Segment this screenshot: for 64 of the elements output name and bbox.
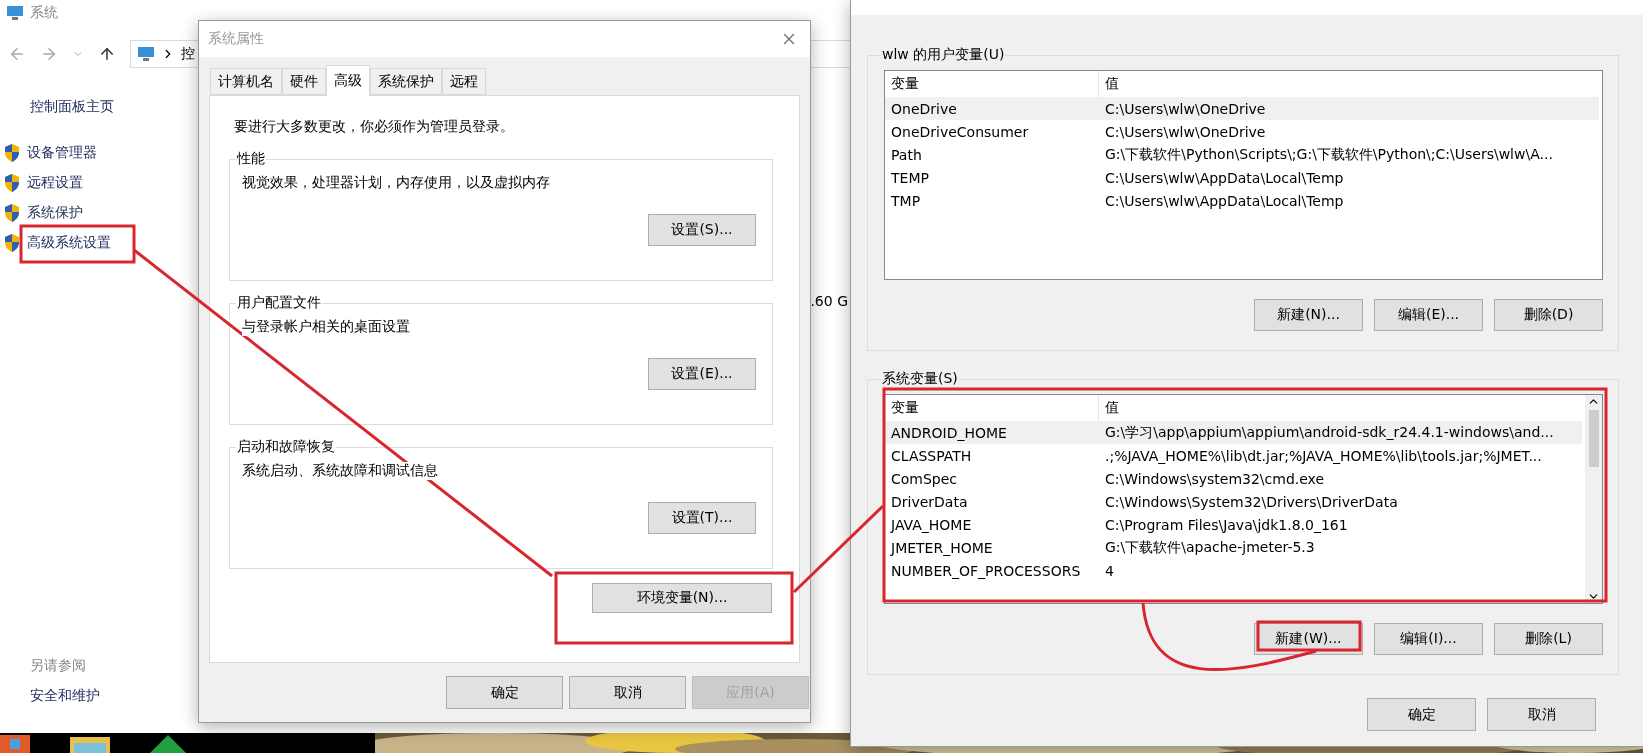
group-title: 用户配置文件 [236, 294, 322, 312]
dialog-button[interactable]: 确定 [446, 676, 563, 709]
see-also-heading: 另请参阅 [29, 657, 87, 675]
variable-row[interactable]: DriverData C:\Windows\System32\Drivers\DriverData [885, 490, 1582, 513]
dialog-button[interactable]: 取消 [1487, 698, 1596, 731]
scrollbar[interactable] [1585, 395, 1602, 603]
tab[interactable]: 高级 [326, 65, 370, 96]
dialog-button[interactable]: 确定 [1367, 698, 1476, 731]
variable-button[interactable]: 编辑(I)... [1374, 623, 1483, 655]
tab[interactable]: 系统保护 [370, 68, 442, 95]
column-header[interactable]: 值 [1099, 395, 1585, 421]
see-also-link[interactable]: 安全和维护 [0, 687, 200, 705]
task-link[interactable]: 高级系统设置 [27, 234, 111, 252]
variable-button[interactable]: 新建(N)... [1254, 299, 1363, 331]
admin-note: 要进行大多数更改，你必须作为管理员登录。 [233, 118, 515, 136]
shield-icon [3, 173, 21, 193]
variable-row[interactable]: CLASSPATH .;%JAVA_HOME%\lib\dt.jar;%JAVA_HOME%\lib\tools.jar;%JMET... [885, 444, 1582, 467]
window-title: 系统 [30, 4, 58, 22]
tab[interactable]: 计算机名 [210, 68, 282, 95]
scrollbar-thumb[interactable] [1588, 410, 1599, 467]
variable-button[interactable]: 编辑(E)... [1374, 299, 1483, 331]
variable-row[interactable]: Path G:\下载软件\Python\Scripts\;G:\下载软件\Python\;C:\Users\wlw\A... [885, 143, 1599, 166]
settings-button[interactable]: 设置(E)... [648, 358, 756, 390]
group-title: wlw 的用户变量(U) [881, 46, 1006, 64]
spec-text: .60 G [810, 293, 848, 311]
tab[interactable]: 远程 [442, 68, 486, 95]
environment-variables-button[interactable]: 环境变量(N)... [592, 583, 772, 613]
variables-list[interactable] [884, 70, 1603, 280]
variable-row[interactable]: OneDrive C:\Users\wlw\OneDrive [885, 97, 1599, 120]
variable-row[interactable]: ComSpec C:\Windows\system32\cmd.exe [885, 467, 1582, 490]
variable-button[interactable]: 删除(D) [1494, 299, 1603, 331]
computer-icon [137, 46, 155, 62]
dialog-title: 系统属性 [208, 30, 264, 48]
home-link[interactable]: 控制面板主页 [0, 98, 200, 116]
group-title: 性能 [236, 150, 266, 168]
variable-row[interactable]: ANDROID_HOME G:\学习\app\appium\appium\android-sdk_r24.4.1-windows\and... [885, 421, 1582, 444]
variable-row[interactable]: JMETER_HOME G:\下载软件\apache-jmeter-5.3 [885, 536, 1582, 559]
up-icon[interactable] [98, 45, 116, 63]
computer-icon [6, 5, 24, 21]
shield-icon [3, 143, 21, 163]
group-description: 视觉效果，处理器计划，内存使用，以及虚拟内存 [242, 174, 550, 192]
forward-icon[interactable] [40, 45, 58, 63]
variable-row[interactable]: NUMBER_OF_PROCESSORS 4 [885, 559, 1582, 582]
settings-button[interactable]: 设置(S)... [648, 214, 756, 246]
settings-button[interactable]: 设置(T)... [648, 502, 756, 534]
variable-row[interactable]: OneDriveConsumer C:\Users\wlw\OneDrive [885, 120, 1599, 143]
group-description: 系统启动、系统故障和调试信息 [242, 462, 438, 480]
task-link[interactable]: 远程设置 [27, 174, 83, 192]
variable-button[interactable]: 删除(L) [1494, 623, 1603, 655]
variable-row[interactable]: TEMP C:\Users\wlw\AppData\Local\Temp [885, 166, 1599, 189]
variable-row[interactable]: JAVA_HOME C:\Program Files\Java\jdk1.8.0_161 [885, 513, 1582, 536]
group-title: 系统变量(S) [881, 370, 959, 388]
back-icon[interactable] [8, 45, 26, 63]
dialog-button[interactable]: 取消 [569, 676, 686, 709]
group-description: 与登录帐户相关的桌面设置 [242, 318, 410, 336]
shield-icon [3, 233, 21, 253]
column-header[interactable]: 值 [1099, 71, 1602, 97]
variable-row[interactable]: TMP C:\Users\wlw\AppData\Local\Temp [885, 189, 1599, 212]
task-link[interactable]: 系统保护 [27, 204, 83, 222]
group-title: 启动和故障恢复 [236, 438, 336, 456]
shield-icon [3, 203, 21, 223]
triangle-icon[interactable] [150, 735, 186, 753]
task-link[interactable]: 设备管理器 [27, 144, 97, 162]
tab[interactable]: 硬件 [282, 68, 326, 95]
